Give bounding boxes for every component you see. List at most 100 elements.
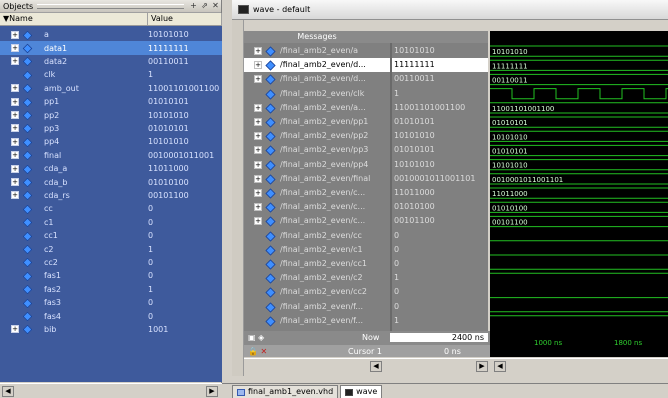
wave-signal-value: 01010101 <box>394 117 435 126</box>
signal-icon <box>264 47 276 55</box>
expand-icon[interactable]: + <box>11 178 19 187</box>
object-row[interactable]: + amb_out 11001101001100 <box>0 82 222 95</box>
object-value: 0 <box>148 217 154 227</box>
waveform-canvas[interactable]: 10101010 11111111 00110011 11001101001100 01… <box>490 31 668 331</box>
object-row[interactable]: fas3 0 <box>0 296 222 309</box>
object-row[interactable]: cc 0 <box>0 202 222 215</box>
objects-horizontal-scrollbar[interactable]: ◀ ▶ <box>0 383 222 398</box>
wave-signal-row[interactable]: + /final_amb2_even/c... 11011000 <box>244 186 488 200</box>
bus-wave-label: 11111111 <box>492 62 528 70</box>
cursor-lock-icon[interactable]: 🔒 ✕ <box>248 347 267 356</box>
object-row[interactable]: + final 0010001011001 <box>0 149 222 162</box>
signal-icon <box>22 218 32 226</box>
column-splitter[interactable] <box>390 43 392 331</box>
object-row[interactable]: + pp2 10101010 <box>0 108 222 121</box>
expand-icon[interactable]: + <box>254 61 262 70</box>
object-row[interactable]: + pp4 10101010 <box>0 135 222 148</box>
wave-signal-row[interactable]: + /final_amb2_even/pp1 01010101 <box>244 115 488 129</box>
wave-signal-row[interactable]: + /final_amb2_even/c... 01010100 <box>244 200 488 214</box>
scroll-right-icon[interactable]: ▶ <box>476 361 488 372</box>
expand-icon[interactable]: + <box>254 146 262 155</box>
wave-signal-row[interactable]: + /final_amb2_even/pp4 10101010 <box>244 158 488 172</box>
object-row[interactable]: + cda_b 01010100 <box>0 175 222 188</box>
wave-signal-row[interactable]: /final_amb2_even/cc 0 <box>244 229 488 243</box>
wave-signal-row[interactable]: /final_amb2_even/cc2 0 <box>244 285 488 299</box>
object-row[interactable]: + cda_rs 00101100 <box>0 189 222 202</box>
object-row[interactable]: + pp3 01010101 <box>0 122 222 135</box>
wave-signal-row[interactable]: + /final_amb2_even/a 10101010 <box>244 44 488 58</box>
expand-icon[interactable]: + <box>254 118 262 126</box>
object-row[interactable]: fas2 1 <box>0 283 222 296</box>
wave-signal-row[interactable]: + /final_amb2_even/pp2 10101010 <box>244 129 488 143</box>
dock-plus-icon[interactable]: + <box>188 1 199 11</box>
expand-icon[interactable]: + <box>11 44 19 53</box>
expand-icon[interactable]: + <box>254 217 262 226</box>
document-tab[interactable]: wave <box>340 385 383 398</box>
object-name: fas4 <box>44 311 61 321</box>
object-row[interactable]: + a 10101010 <box>0 28 222 41</box>
expand-icon[interactable]: + <box>254 47 262 55</box>
wave-signal-row[interactable]: /final_amb2_even/f... 1 <box>244 314 488 328</box>
expand-icon[interactable]: + <box>11 191 19 200</box>
wave-tab-icon <box>345 388 354 396</box>
object-value: 0 <box>148 298 154 308</box>
expand-icon[interactable]: + <box>254 103 262 112</box>
wave-toolstrip[interactable] <box>232 20 244 376</box>
expand-icon[interactable]: + <box>11 97 19 106</box>
wave-signal-row[interactable]: + /final_amb2_even/c... 00101100 <box>244 214 488 228</box>
expand-icon[interactable]: + <box>11 57 19 66</box>
wave-signal-row[interactable]: /final_amb2_even/c2 1 <box>244 271 488 285</box>
expand-icon[interactable]: + <box>11 84 19 93</box>
signal-icon <box>22 325 32 333</box>
expand-icon[interactable]: + <box>254 75 262 84</box>
expand-icon[interactable]: + <box>254 132 262 141</box>
object-row[interactable]: + data2 00110011 <box>0 55 222 68</box>
object-row[interactable]: clk 1 <box>0 68 222 81</box>
scroll-right-icon[interactable]: ▶ <box>206 386 218 397</box>
object-row[interactable]: + pp1 01010101 <box>0 95 222 108</box>
wave-signal-row[interactable]: + /final_amb2_even/d... 11111111 <box>244 58 488 73</box>
close-icon[interactable]: ✕ <box>210 1 221 11</box>
wave-signal-row[interactable]: /final_amb2_even/f... 0 <box>244 300 488 314</box>
column-value-header[interactable]: Value <box>148 13 222 25</box>
wave-horizontal-scrollbar[interactable]: ◀ ▶ ◀ <box>244 358 668 372</box>
object-row[interactable]: + cda_a 11011000 <box>0 162 222 175</box>
expand-icon[interactable]: + <box>11 124 19 133</box>
expand-icon[interactable]: + <box>11 30 19 39</box>
expand-icon[interactable]: + <box>11 164 19 173</box>
object-row[interactable]: c2 1 <box>0 242 222 255</box>
scroll-left-icon[interactable]: ◀ <box>494 361 506 372</box>
expand-icon[interactable]: + <box>11 111 19 120</box>
scroll-left-icon[interactable]: ◀ <box>370 361 382 372</box>
object-row[interactable]: + bib 1001 <box>0 323 222 336</box>
titlebar-grip[interactable] <box>37 3 184 9</box>
expand-icon[interactable]: + <box>11 137 19 146</box>
wave-signal-row[interactable]: /final_amb2_even/c1 0 <box>244 243 488 257</box>
wave-signal-row[interactable]: + /final_amb2_even/a... 11001101001100 <box>244 101 488 115</box>
wave-signal-value: 11011000 <box>394 188 435 197</box>
object-row[interactable]: cc1 0 <box>0 229 222 242</box>
object-row[interactable]: + data1 11111111 <box>0 41 222 55</box>
object-row[interactable]: c1 0 <box>0 216 222 229</box>
document-tab[interactable]: final_amb1_even.vhd <box>232 385 339 398</box>
expand-icon[interactable]: + <box>254 174 262 183</box>
undock-icon[interactable]: ⇗ <box>199 1 210 11</box>
wave-signal-row[interactable]: + /final_amb2_even/final 0010001011001101 <box>244 172 488 186</box>
zoom-icons[interactable]: ▣ ◈ <box>248 333 264 342</box>
bus-wave-label: 10101010 <box>492 162 528 170</box>
wave-signal-row[interactable]: /final_amb2_even/cc1 0 <box>244 257 488 271</box>
object-row[interactable]: fas1 0 <box>0 269 222 282</box>
expand-icon[interactable]: + <box>254 160 262 169</box>
column-name-header[interactable]: ▼Name <box>0 13 148 25</box>
scroll-left-icon[interactable]: ◀ <box>2 386 14 397</box>
object-row[interactable]: cc2 0 <box>0 256 222 269</box>
expand-icon[interactable]: + <box>11 151 19 160</box>
expand-icon[interactable]: + <box>11 325 19 334</box>
expand-icon[interactable]: + <box>254 189 262 197</box>
signal-icon <box>264 203 276 211</box>
wave-signal-row[interactable]: /final_amb2_even/clk 1 <box>244 87 488 101</box>
expand-icon[interactable]: + <box>254 203 262 212</box>
wave-signal-row[interactable]: + /final_amb2_even/pp3 01010101 <box>244 143 488 157</box>
object-row[interactable]: fas4 0 <box>0 309 222 322</box>
wave-signal-row[interactable]: + /final_amb2_even/d... 00110011 <box>244 72 488 86</box>
